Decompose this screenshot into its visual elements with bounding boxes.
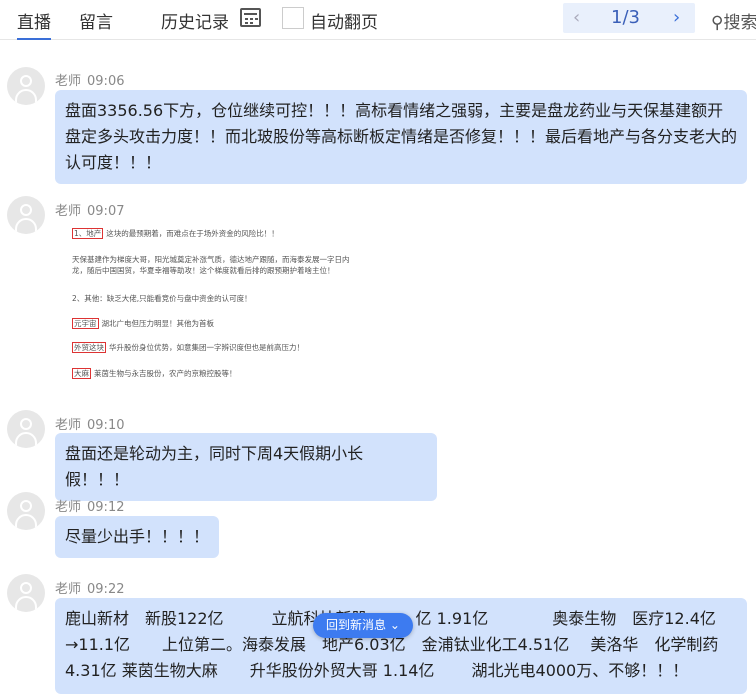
message-meta: 老师 09:06 — [55, 70, 124, 89]
avatar — [7, 196, 45, 234]
highlight-tag: 1、地产 — [72, 228, 104, 239]
image-text: 华升股份身位优势，如意集团一字辨识度但也是前高压力！ — [109, 343, 304, 352]
image-text: 这块的最预期着，而难点在于场外资金的风险比！！ — [106, 229, 279, 238]
page-indicator: 1/3 — [611, 7, 640, 28]
author-name: 老师 — [55, 418, 82, 433]
auto-page-label: 自动翻页 — [310, 13, 378, 33]
message-meta: 老师 09:12 — [55, 496, 124, 515]
message-meta: 老师 09:10 — [55, 414, 124, 433]
author-name: 老师 — [55, 204, 82, 219]
message-time: 09:06 — [87, 74, 125, 89]
chevron-down-icon: ⌄ — [389, 618, 400, 632]
message-time: 09:22 — [87, 582, 125, 597]
image-text: 天保基建作为梯度大哥，阳光城奠定补涨气质，德达地产跟随，而海泰发展一字日内 — [72, 255, 350, 264]
author-name: 老师 — [55, 500, 82, 515]
search-button[interactable]: ⚲搜索 — [711, 8, 756, 33]
auto-page-checkbox[interactable] — [282, 7, 304, 29]
message-time: 09:12 — [87, 500, 125, 515]
message-meta: 老师 09:22 — [55, 578, 124, 597]
image-text: 2、其他：缺乏大佬,只能看竞价与盘中资金的认可度！ — [72, 294, 252, 303]
author-name: 老师 — [55, 74, 82, 89]
message-bubble: 盘面3356.56下方，仓位继续可控！！！高标看情绪之强弱，主要是盘龙药业与天保… — [55, 90, 747, 184]
highlight-tag: 大麻 — [72, 368, 91, 379]
avatar — [7, 410, 45, 448]
image-text: 莱茵生物与永吉股份，农产的京粮控股等！ — [94, 369, 237, 378]
avatar — [7, 574, 45, 612]
message-time: 09:07 — [87, 204, 125, 219]
history-label[interactable]: 历史记录 — [161, 8, 229, 33]
back-to-new-messages-button[interactable]: 回到新消息 ⌄ — [313, 613, 413, 638]
search-icon: ⚲ — [711, 13, 724, 33]
message-image[interactable]: 1、地产 这块的最预期着，而难点在于场外资金的风险比！！ 天保基建作为梯度大哥，阳… — [62, 224, 350, 390]
calendar-icon[interactable] — [240, 8, 261, 27]
message-time: 09:10 — [87, 418, 125, 433]
highlight-tag: 外贸这块 — [72, 342, 106, 353]
image-text: 湖北广电但压力明显！其他为首板 — [101, 319, 215, 328]
button-label: 回到新消息 — [326, 618, 387, 632]
image-text: 龙，随后中国国贸，华夏幸福等助攻！这个梯度就看后排的跟预期护着啥主位！ — [72, 266, 335, 275]
pager: ‹ 1/3 › — [563, 3, 695, 33]
avatar — [7, 67, 45, 105]
tab-comments[interactable]: 留言 — [79, 8, 113, 33]
tab-live[interactable]: 直播 — [17, 8, 51, 40]
avatar — [7, 492, 45, 530]
top-bar: 直播 留言 历史记录 自动翻页 ‹ 1/3 › ⚲搜索 — [0, 0, 756, 40]
message-meta: 老师 09:07 — [55, 200, 124, 219]
author-name: 老师 — [55, 582, 82, 597]
highlight-tag: 元宇宙 — [72, 318, 99, 329]
message-bubble: 尽量少出手！！！！ — [55, 516, 219, 558]
message-bubble: 盘面还是轮动为主，同时下周4天假期小长假！！！ — [55, 433, 437, 501]
prev-page-button[interactable]: ‹ — [573, 7, 580, 28]
next-page-button[interactable]: › — [673, 7, 680, 28]
